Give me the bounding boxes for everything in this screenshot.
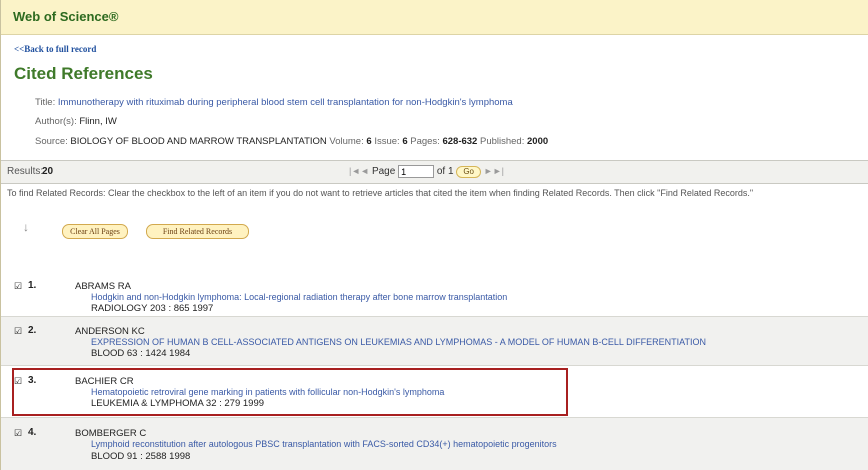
pages-label: Pages: (410, 136, 440, 147)
published-label: Published: (479, 136, 525, 147)
reference-title-link[interactable]: Hodgkin and non-Hodgkin lymphoma: Local-… (91, 292, 507, 302)
reference-source: BLOOD 91 : 2588 1998 (91, 451, 191, 462)
go-button[interactable]: Go (456, 165, 481, 178)
reference-source: RADIOLOGY 203 : 865 1997 (91, 303, 214, 314)
select-checkbox[interactable]: ☑ (14, 326, 22, 337)
record-issue: 6 (402, 136, 408, 147)
reference-number: 2. (28, 325, 37, 336)
reference-source: BLOOD 63 : 1424 1984 (91, 348, 191, 359)
down-arrow-icon: ↓ (23, 220, 29, 234)
record-source-line: Source: BIOLOGY OF BLOOD AND MARROW TRAN… (35, 136, 548, 147)
reference-row: ☑ 4. BOMBERGER C Lymphoid reconstitution… (1, 418, 868, 470)
last-page-icon[interactable]: ►►| (484, 166, 504, 176)
source-label: Source: (35, 136, 68, 147)
reference-author: BOMBERGER C (75, 428, 147, 439)
record-authors-line: Author(s): Flinn, IW (35, 116, 117, 127)
related-records-instructions: To find Related Records: Clear the check… (7, 188, 754, 198)
select-checkbox[interactable]: ☑ (14, 428, 22, 439)
header-bar: Web of Science® (1, 0, 868, 35)
record-source: BIOLOGY OF BLOOD AND MARROW TRANSPLANTAT… (70, 136, 327, 147)
page-title: Cited References (14, 64, 153, 83)
find-related-records-button[interactable]: Find Related Records (146, 224, 249, 239)
clear-all-pages-button[interactable]: Clear All Pages (62, 224, 128, 239)
back-to-full-record-link[interactable]: <<Back to full record (14, 44, 96, 54)
reference-author: ANDERSON KC (75, 326, 145, 337)
results-count: 20 (42, 166, 54, 177)
first-page-icon[interactable]: |◄◄ (349, 166, 369, 176)
pagination: |◄◄ Page of 1 Go ►►| (349, 165, 504, 178)
reference-number: 1. (28, 280, 37, 291)
reference-row: ☑ 1. ABRAMS RA Hodgkin and non-Hodgkin l… (1, 270, 868, 316)
reference-row: ☑ 2. ANDERSON KC EXPRESSION OF HUMAN B C… (1, 317, 868, 365)
reference-author: ABRAMS RA (75, 281, 131, 292)
page-label: Page (371, 166, 396, 178)
record-title-line: Title: Immunotherapy with rituximab duri… (35, 97, 513, 108)
volume-label: Volume: (329, 136, 364, 147)
reference-title-link[interactable]: Lymphoid reconstitution after autologous… (91, 439, 557, 449)
authors-label: Author(s): (35, 116, 77, 127)
reference-number: 4. (28, 427, 37, 438)
record-pages: 628-632 (442, 136, 478, 147)
results-label: Results: (7, 166, 44, 177)
issue-label: Issue: (374, 136, 400, 147)
page-count-label: of 1 (436, 166, 454, 178)
select-checkbox[interactable]: ☑ (14, 281, 22, 292)
results-bar: Results: 20 |◄◄ Page of 1 Go ►►| (1, 160, 868, 184)
title-label: Title: (35, 97, 56, 108)
page-frame: Web of Science® <<Back to full record Ci… (0, 0, 868, 470)
record-volume: 6 (366, 136, 372, 147)
reference-title-link[interactable]: EXPRESSION OF HUMAN B CELL-ASSOCIATED AN… (91, 337, 706, 347)
app-title: Web of Science® (13, 9, 119, 24)
page-number-input[interactable] (398, 165, 435, 178)
highlight-box (12, 368, 568, 416)
record-title: Immunotherapy with rituximab during peri… (57, 97, 513, 108)
record-authors: Flinn, IW (79, 116, 117, 127)
record-published: 2000 (527, 136, 549, 147)
